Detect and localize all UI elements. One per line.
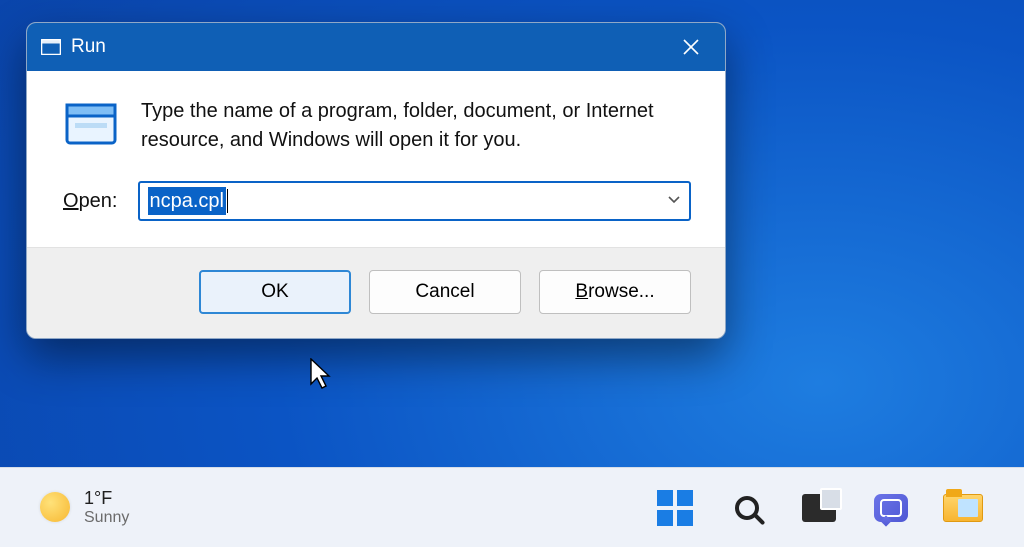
search-button[interactable] [726, 487, 768, 529]
search-icon [735, 496, 759, 520]
task-view-button[interactable] [798, 487, 840, 529]
run-titlebar-icon [41, 39, 61, 55]
task-view-icon [802, 494, 836, 522]
ok-button[interactable]: OK [199, 270, 351, 314]
open-label: Open: [63, 190, 118, 213]
text-caret [227, 189, 228, 213]
start-button[interactable] [654, 487, 696, 529]
open-combobox[interactable]: ncpa.cpl [138, 181, 692, 221]
dialog-description: Type the name of a program, folder, docu… [141, 97, 691, 155]
run-icon [63, 97, 119, 155]
open-input-value: ncpa.cpl [148, 187, 227, 215]
run-dialog: Run Type the name of a program, folder, … [26, 22, 726, 339]
weather-widget[interactable]: 1°F Sunny [40, 488, 129, 527]
close-button[interactable] [663, 23, 719, 71]
open-label-accel: O [63, 190, 79, 212]
chevron-down-icon[interactable] [659, 192, 681, 210]
open-row: Open: ncpa.cpl [27, 169, 725, 247]
dialog-body: Type the name of a program, folder, docu… [27, 71, 725, 169]
titlebar[interactable]: Run [27, 23, 725, 71]
weather-condition: Sunny [84, 509, 129, 527]
desktop-background: Run Type the name of a program, folder, … [0, 0, 1024, 547]
browse-button-label: Browse... [575, 281, 654, 303]
open-label-rest: pen: [79, 190, 118, 212]
button-strip: OK Cancel Browse... [27, 247, 725, 338]
chat-icon [874, 494, 908, 522]
sun-icon [40, 492, 70, 522]
ok-button-label: OK [261, 281, 288, 303]
dialog-title: Run [71, 36, 663, 58]
weather-temperature: 1°F [84, 488, 129, 509]
chat-button[interactable] [870, 487, 912, 529]
cancel-button-label: Cancel [415, 281, 474, 303]
mouse-cursor-icon [310, 358, 336, 392]
cancel-button[interactable]: Cancel [369, 270, 521, 314]
weather-text: 1°F Sunny [84, 488, 129, 527]
windows-logo-icon [657, 490, 693, 526]
taskbar-icons [654, 487, 994, 529]
taskbar: 1°F Sunny [0, 467, 1024, 547]
folder-icon [943, 494, 983, 522]
browse-button[interactable]: Browse... [539, 270, 691, 314]
close-icon [682, 38, 700, 56]
file-explorer-button[interactable] [942, 487, 984, 529]
